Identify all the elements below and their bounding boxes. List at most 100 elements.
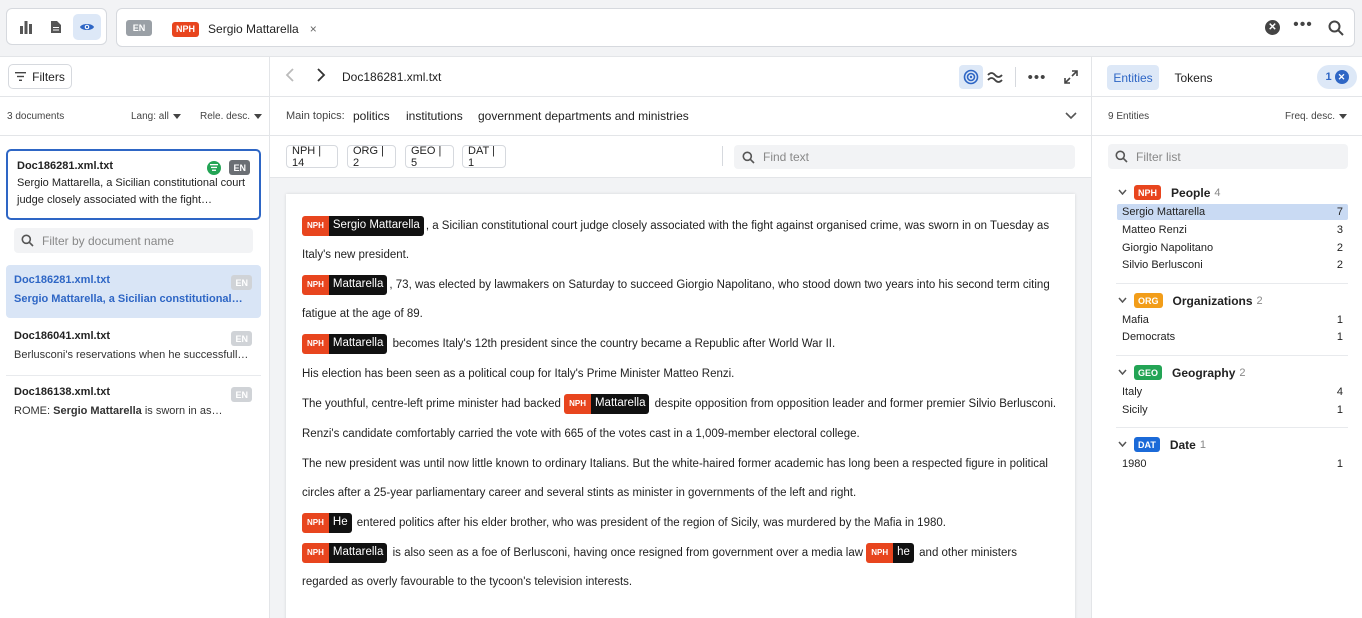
chevron-down-icon[interactable] — [1118, 441, 1127, 447]
tab-tokens[interactable]: Tokens — [1167, 65, 1220, 90]
chevron-down-icon[interactable] — [1118, 297, 1127, 303]
entity-mention[interactable]: NPH Mattarella — [302, 274, 388, 295]
document-name-filter[interactable]: Filter by document name — [14, 228, 253, 253]
topic-politics[interactable]: politics — [353, 109, 390, 123]
filter-icon — [15, 72, 27, 81]
divider — [1015, 67, 1016, 87]
entity-item[interactable]: Sicily 1 — [1117, 402, 1348, 418]
search-more-button[interactable]: ••• — [1292, 17, 1314, 38]
highlight-entities-button[interactable] — [959, 65, 983, 89]
selected-count: 1 — [1325, 71, 1332, 83]
category-geography[interactable]: GEO Geography 2 — [1134, 365, 1246, 380]
search-icon — [1328, 20, 1344, 36]
entity-mention[interactable]: NPH He — [302, 512, 352, 533]
document-snippet: Sergio Mattarella, a Sicilian constituti… — [14, 293, 243, 305]
find-text-input[interactable]: Find text — [734, 145, 1075, 169]
filters-button[interactable]: Filters — [8, 64, 72, 89]
sort-dropdown[interactable]: Rele. desc. — [200, 111, 263, 122]
divider — [1092, 96, 1362, 97]
active-document-card[interactable]: Doc186281.xml.txt EN Sergio Mattarella, … — [6, 149, 261, 220]
divider — [0, 96, 269, 97]
stats-view-button[interactable] — [12, 14, 40, 40]
entity-item[interactable]: Silvio Berlusconi 2 — [1117, 257, 1348, 273]
entity-item[interactable]: Sergio Mattarella 7 — [1117, 204, 1348, 220]
category-tag: DAT — [1134, 437, 1160, 452]
chip-entity-text: Sergio Mattarella — [208, 22, 299, 36]
dat-count-chip[interactable]: DAT | 1 — [462, 145, 506, 169]
expand-topics-button[interactable] — [1065, 109, 1077, 123]
selected-count-badge[interactable]: 1 ✕ — [1317, 65, 1357, 89]
fullscreen-button[interactable] — [1059, 65, 1083, 89]
entity-sort-label: Freq. desc. — [1285, 111, 1336, 122]
geo-count-chip[interactable]: GEO | 5 — [405, 145, 454, 169]
category-count: 2 — [1239, 366, 1246, 379]
document-viewer: Doc186281.xml.txt ••• Main topics: polit… — [270, 56, 1091, 618]
language-filter[interactable]: Lang: all — [131, 111, 181, 122]
document-count: 3 documents — [7, 111, 65, 122]
chip-close-icon[interactable]: × — [310, 22, 317, 36]
entity-filter-input[interactable]: Filter list — [1108, 144, 1348, 169]
search-icon — [21, 234, 34, 247]
chevron-down-icon[interactable] — [1118, 369, 1127, 375]
reader-view-button[interactable] — [72, 13, 101, 40]
topic-institutions[interactable]: institutions — [406, 109, 463, 123]
viewer-more-button[interactable]: ••• — [1025, 65, 1049, 89]
active-document-snippet: Sergio Mattarella, a Sicilian constituti… — [17, 177, 246, 206]
top-bar: EN NPH Sergio Mattarella × ✕ ••• — [0, 0, 1362, 56]
close-icon[interactable]: ✕ — [1334, 70, 1349, 84]
topic-icon[interactable] — [207, 160, 222, 175]
entity-item[interactable]: Giorgio Napolitano 2 — [1117, 240, 1348, 256]
chevron-left-icon — [285, 68, 294, 82]
document-name-filter-placeholder: Filter by document name — [42, 233, 175, 248]
document-view-button[interactable] — [42, 14, 70, 40]
entity-item[interactable]: 1980 1 — [1117, 456, 1348, 472]
category-people[interactable]: NPH People 4 — [1134, 185, 1221, 200]
divider — [1116, 355, 1348, 356]
org-count-chip[interactable]: ORG | 2 — [347, 145, 396, 169]
search-entity-chip[interactable]: NPH Sergio Mattarella × — [172, 19, 317, 39]
document-text: NPH Sergio Mattarella, a Sicilian constit… — [286, 194, 1075, 618]
entity-sort-dropdown[interactable]: Freq. desc. — [1285, 111, 1348, 122]
category-count: 4 — [1214, 186, 1221, 199]
entity-item[interactable]: Italy 4 — [1117, 384, 1348, 400]
chevron-down-icon[interactable] — [1118, 189, 1127, 195]
topic-government[interactable]: government departments and ministries — [478, 109, 689, 123]
paragraph: NPH Sergio Mattarella, a Sicilian constit… — [302, 212, 1059, 270]
entity-mention[interactable]: NPH Mattarella — [564, 393, 650, 414]
entity-mention[interactable]: NPH he — [866, 542, 914, 563]
previous-document-button[interactable] — [285, 68, 295, 87]
chevron-down-icon — [1065, 112, 1077, 120]
list-item[interactable]: Doc186041.xml.txt EN Berlusconi's reserv… — [6, 321, 261, 374]
chip-entity-tag: NPH — [172, 21, 200, 37]
entity-mention[interactable]: NPH Mattarella — [302, 542, 388, 563]
list-item[interactable]: Doc186281.xml.txt EN Sergio Mattarella, … — [6, 265, 261, 318]
divider — [722, 146, 723, 166]
search-button[interactable] — [1327, 19, 1345, 37]
clear-search-button[interactable]: ✕ — [1265, 20, 1280, 35]
entity-mention[interactable]: NPH Sergio Mattarella — [302, 215, 424, 236]
similar-text-button[interactable] — [983, 65, 1007, 89]
entity-count: 9 Entities — [1108, 111, 1150, 122]
search-lang-badge[interactable]: EN — [126, 20, 152, 36]
document-snippet: Berlusconi's reservations when he succes… — [14, 349, 249, 361]
category-date[interactable]: DAT Date 1 — [1134, 437, 1206, 452]
tab-entities[interactable]: Entities — [1107, 65, 1159, 90]
search-bar[interactable]: EN NPH Sergio Mattarella × ✕ ••• — [116, 8, 1355, 47]
nph-count-chip[interactable]: NPH | 14 — [286, 145, 338, 169]
chevron-right-icon — [317, 68, 326, 82]
entity-item[interactable]: Democrats 1 — [1117, 329, 1348, 345]
entity-item[interactable]: Mafia 1 — [1117, 312, 1348, 328]
divider — [0, 135, 269, 136]
entity-count-bar: NPH | 14 ORG | 2 GEO | 5 DAT | 1 Find te… — [270, 136, 1091, 178]
paragraph: NPH He entered politics after his elder b… — [302, 509, 1059, 538]
next-document-button[interactable] — [316, 68, 326, 87]
target-icon — [963, 69, 979, 85]
category-organizations[interactable]: ORG Organizations 2 — [1134, 293, 1263, 308]
paragraph: NPH Mattarella is also seen as a foe of B… — [302, 539, 1059, 597]
entity-item[interactable]: Matteo Renzi 3 — [1117, 222, 1348, 238]
wave-icon — [987, 72, 1003, 83]
list-item[interactable]: Doc186138.xml.txt EN ROME: Sergio Mattar… — [6, 377, 261, 430]
document-lang: EN — [231, 275, 252, 290]
document-name: Doc186041.xml.txt — [14, 330, 110, 342]
entity-mention[interactable]: NPH Mattarella — [302, 333, 388, 354]
